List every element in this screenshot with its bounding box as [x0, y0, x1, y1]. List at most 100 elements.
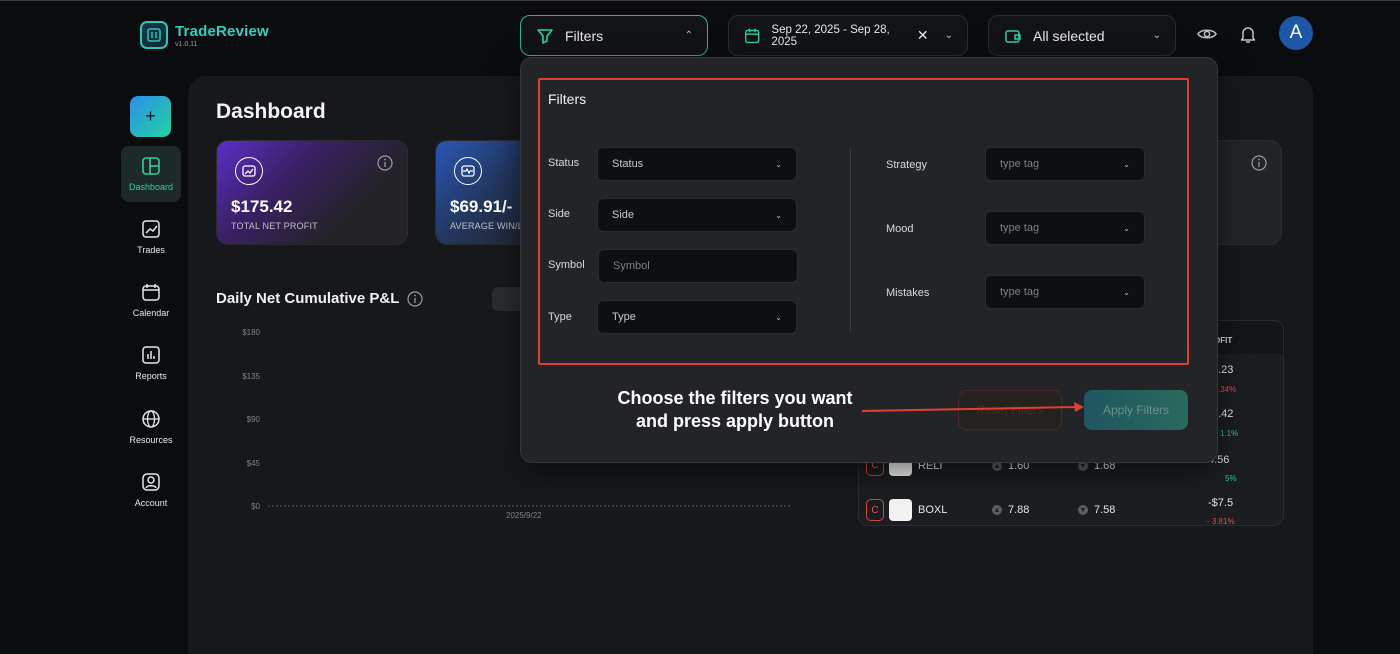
chart-title-text: Daily Net Cumulative P&L: [216, 290, 400, 307]
sidebar-item-calendar[interactable]: Calendar: [121, 272, 181, 328]
arrow-up-icon: ▲: [992, 505, 1002, 516]
app-name: TradeReview: [175, 22, 269, 40]
cell-profit-pct: 1.1%: [1220, 429, 1239, 438]
filters-label: Filters: [565, 27, 604, 44]
filters-title: Filters: [548, 91, 587, 107]
app-logo[interactable]: TradeReview v1.0.11: [140, 21, 269, 49]
side-select[interactable]: Side ⌄: [597, 198, 797, 232]
chevron-up-icon: ⌃: [684, 30, 693, 41]
stat-card-net-profit: $175.42 TOTAL NET PROFIT: [216, 140, 408, 245]
reports-icon: [142, 346, 160, 364]
annotation-line-1: Choose the filters you want: [617, 388, 853, 408]
x-tick-label: 2025/9/22: [506, 511, 542, 520]
stat-label: TOTAL NET PROFIT: [231, 221, 318, 231]
account-selector[interactable]: All selected ⌄: [988, 15, 1176, 56]
filter-label-type: Type: [548, 311, 572, 323]
add-trade-button[interactable]: +: [130, 96, 171, 137]
cell-profit: -$7.5: [1208, 497, 1234, 509]
chevron-down-icon: ⌄: [944, 30, 953, 41]
y-tick-label: $135: [242, 372, 260, 381]
y-tick-label: $45: [246, 459, 260, 468]
chevron-down-icon: ⌄: [775, 312, 782, 322]
arrow-down-icon: ▼: [1078, 505, 1088, 516]
filter-label-mistakes: Mistakes: [886, 287, 930, 299]
trades-icon: [142, 220, 160, 238]
cell-profit-pct: 5%: [1225, 474, 1237, 483]
sidebar-item-label: Reports: [135, 371, 167, 381]
filter-label-side: Side: [548, 208, 571, 220]
globe-icon: [142, 410, 160, 428]
eye-icon[interactable]: [1197, 24, 1217, 49]
cell-profit-pct: - 3.81%: [1207, 517, 1235, 526]
plus-icon: +: [145, 106, 156, 126]
sidebar-item-account[interactable]: Account: [121, 462, 181, 518]
status-select-value: Status: [612, 158, 644, 170]
bell-icon[interactable]: [1238, 24, 1258, 49]
cell-symbol[interactable]: BOXL: [918, 504, 947, 516]
chevron-down-icon: ⌄: [1152, 30, 1161, 41]
stat-label: AVERAGE WIN/L: [450, 221, 523, 231]
annotation-line-2: and press apply button: [635, 411, 835, 431]
exit-value: 7.58: [1094, 504, 1116, 516]
chevron-down-icon: ⌄: [1123, 287, 1130, 297]
sidebar-item-dashboard[interactable]: Dashboard: [121, 146, 181, 202]
chevron-down-icon: ⌄: [775, 210, 782, 220]
sidebar-item-trades[interactable]: Trades: [121, 209, 181, 265]
date-range-picker[interactable]: Sep 22, 2025 - Sep 28, 2025 ✕ ⌄: [728, 15, 968, 56]
symbol-input[interactable]: Symbol: [598, 249, 798, 283]
filter-icon: [537, 28, 553, 44]
mood-tag-placeholder: type tag: [1000, 222, 1040, 234]
calendar-icon: [142, 284, 160, 301]
symbol-input-placeholder: Symbol: [613, 260, 650, 272]
chart-title: Daily Net Cumulative P&L: [216, 290, 423, 307]
wallet-icon: [1005, 29, 1021, 43]
y-tick-label: $0: [251, 502, 260, 511]
page-title: Dashboard: [216, 100, 326, 123]
chevron-down-icon: ⌄: [1123, 223, 1130, 233]
annotation-arrow-icon: [861, 402, 1084, 412]
chart-zero-line: [268, 505, 790, 507]
trend-up-icon: [235, 157, 263, 185]
filter-label-mood: Mood: [886, 223, 914, 235]
filter-label-strategy: Strategy: [886, 159, 927, 171]
sidebar-item-label: Dashboard: [128, 182, 174, 192]
info-icon[interactable]: [377, 155, 393, 176]
sidebar-item-label: Calendar: [132, 308, 170, 318]
side-badge: C: [866, 499, 884, 521]
sidebar-item-reports[interactable]: Reports: [121, 335, 181, 391]
strategy-tag-select[interactable]: type tag ⌄: [985, 147, 1145, 181]
cell-exit: ▼ 7.58: [1078, 504, 1115, 516]
app-version: v1.0.11: [175, 40, 198, 48]
mistakes-tag-select[interactable]: type tag ⌄: [985, 275, 1145, 309]
symbol-logo: [889, 499, 912, 521]
mistakes-tag-placeholder: type tag: [1000, 286, 1040, 298]
info-icon[interactable]: [407, 290, 423, 307]
sidebar-item-label: Account: [134, 498, 168, 508]
type-select-value: Type: [612, 311, 636, 323]
accounts-label: All selected: [1033, 27, 1105, 44]
y-tick-label: $180: [242, 328, 260, 337]
type-select[interactable]: Type ⌄: [597, 300, 797, 334]
filter-label-symbol: Symbol: [548, 259, 585, 271]
avatar[interactable]: A: [1279, 16, 1313, 50]
stat-value: $175.42: [231, 197, 293, 216]
status-select[interactable]: Status ⌄: [597, 147, 797, 181]
y-tick-label: $90: [246, 415, 260, 424]
info-icon[interactable]: [1251, 155, 1267, 176]
calendar-icon: [745, 28, 760, 43]
clear-date-icon[interactable]: ✕: [917, 27, 929, 44]
mood-tag-select[interactable]: type tag ⌄: [985, 211, 1145, 245]
filters-divider: [850, 147, 851, 333]
entry-value: 7.88: [1008, 504, 1030, 516]
date-range-text: Sep 22, 2025 - Sep 28, 2025: [771, 23, 890, 48]
apply-filters-button[interactable]: Apply Filters: [1084, 390, 1188, 430]
cell-profit-pct: .34%: [1218, 385, 1237, 394]
filters-toggle-button[interactable]: Filters ⌃: [520, 15, 708, 56]
logo-icon: [140, 21, 168, 49]
stat-value: $69.91/-: [450, 197, 513, 216]
strategy-tag-placeholder: type tag: [1000, 158, 1040, 170]
sidebar-item-resources[interactable]: Resources: [121, 399, 181, 455]
sidebar-item-label: Trades: [137, 245, 165, 255]
cell-entry: ▲ 7.88: [992, 504, 1029, 516]
sidebar-item-label: Resources: [129, 435, 173, 445]
